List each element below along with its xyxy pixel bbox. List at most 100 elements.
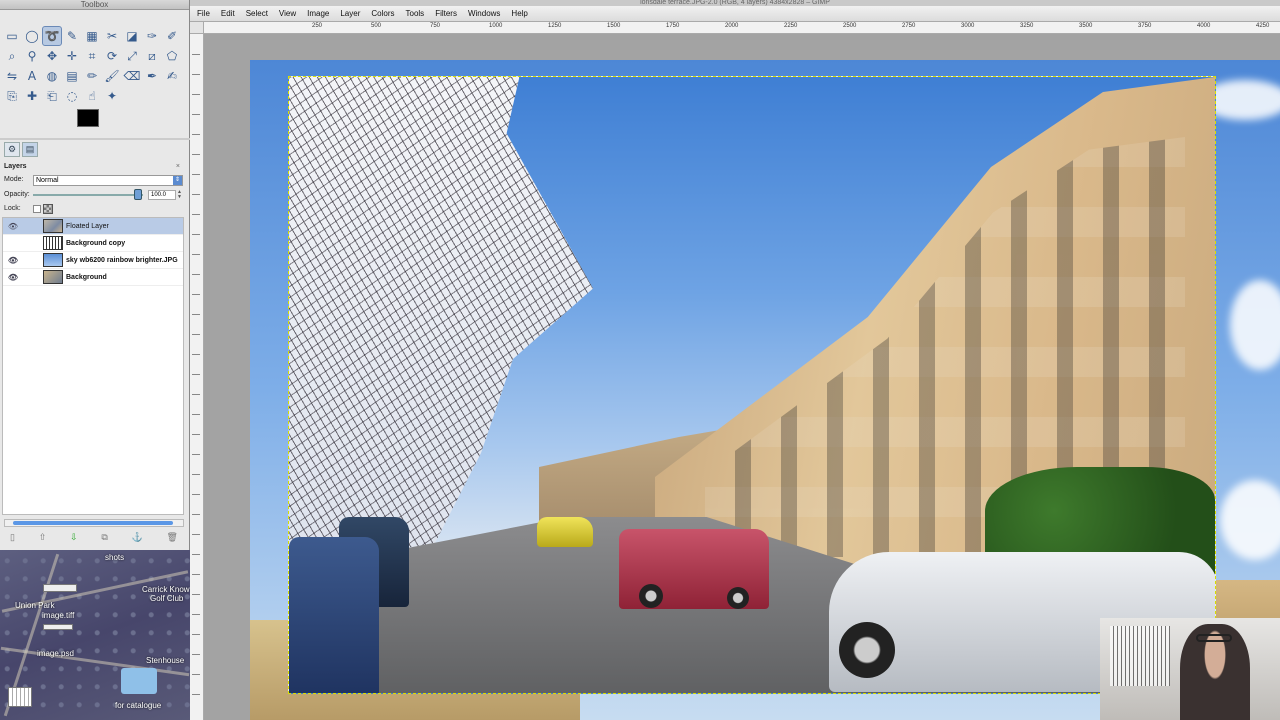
ruler-tick: [192, 514, 200, 515]
file-icon[interactable]: [43, 624, 73, 630]
paintbrush-tool-icon[interactable]: 🖌: [102, 66, 122, 86]
menu-help[interactable]: Help: [511, 9, 527, 18]
visibility-eye-icon[interactable]: 👁: [3, 256, 23, 265]
anchor-layer-icon[interactable]: ⚓: [132, 532, 143, 543]
ink-tool-icon[interactable]: ✍: [162, 66, 182, 86]
layer-name[interactable]: sky wb6200 rainbow brighter.JPG: [66, 257, 178, 264]
menu-view[interactable]: View: [279, 9, 296, 18]
opacity-slider[interactable]: [33, 194, 143, 196]
shear-tool-icon[interactable]: ⧄: [142, 46, 162, 66]
flip-tool-icon[interactable]: ⇋: [2, 66, 22, 86]
layers-tab-icon[interactable]: ▤: [22, 142, 38, 157]
menu-filters[interactable]: Filters: [435, 9, 457, 18]
desktop-file-label[interactable]: shots: [105, 553, 124, 562]
menu-windows[interactable]: Windows: [468, 9, 500, 18]
menu-edit[interactable]: Edit: [221, 9, 235, 18]
align-tool-icon[interactable]: ✛: [62, 46, 82, 66]
desktop-file-label[interactable]: image.tiff: [42, 611, 74, 620]
lock-pixels-checkbox[interactable]: [33, 205, 41, 213]
layer-name[interactable]: Floated Layer: [66, 223, 109, 230]
scissors-tool-glyph: ✂: [106, 29, 118, 43]
eraser-tool-icon[interactable]: ⌫: [122, 66, 142, 86]
layers-scrollbar[interactable]: [4, 519, 184, 527]
measure-tool-icon[interactable]: ⚲: [22, 46, 42, 66]
folder-icon[interactable]: [121, 668, 157, 694]
scale-tool-icon[interactable]: ⤢: [122, 46, 142, 66]
desktop-file-label[interactable]: for catalogue: [115, 701, 161, 710]
bucket-fill-tool-icon[interactable]: ◍: [42, 66, 62, 86]
blur-tool-icon[interactable]: ◌: [62, 86, 82, 106]
menu-tools[interactable]: Tools: [406, 9, 425, 18]
color-picker-tool-icon[interactable]: ✐: [162, 26, 182, 46]
delete-layer-icon[interactable]: 🗑: [167, 532, 178, 543]
vertical-ruler[interactable]: [190, 34, 204, 720]
ruler-tick: [192, 174, 200, 175]
lower-layer-icon[interactable]: ⇩: [70, 532, 78, 543]
layer-row[interactable]: 👁 Floated Layer: [3, 218, 183, 235]
perspective-clone-tool-icon[interactable]: ⎗: [42, 86, 62, 106]
ruler-corner[interactable]: [190, 22, 204, 34]
lock-alpha-icon[interactable]: [43, 204, 53, 214]
duplicate-layer-icon[interactable]: ⧉: [101, 532, 107, 543]
color-selector[interactable]: [77, 109, 107, 135]
menu-layer[interactable]: Layer: [340, 9, 360, 18]
scissors-tool-icon[interactable]: ✂: [102, 26, 122, 46]
mode-dropdown[interactable]: Normal ⇕: [33, 175, 183, 186]
layer-name[interactable]: Background copy: [66, 240, 125, 247]
menu-colors[interactable]: Colors: [371, 9, 394, 18]
menu-select[interactable]: Select: [246, 9, 268, 18]
new-layer-icon[interactable]: ▯: [10, 532, 15, 543]
move-tool-icon[interactable]: ✥: [42, 46, 62, 66]
file-icon[interactable]: [43, 584, 77, 592]
visibility-eye-icon[interactable]: 👁: [3, 222, 23, 231]
menu-file[interactable]: File: [197, 9, 210, 18]
fuzzy-select-tool-icon[interactable]: ✎: [62, 26, 82, 46]
heal-tool-icon[interactable]: ✚: [22, 86, 42, 106]
crop-tool-icon[interactable]: ⌗: [82, 46, 102, 66]
rect-select-tool-icon[interactable]: ▭: [2, 26, 22, 46]
perspective-tool-icon[interactable]: ⬠: [162, 46, 182, 66]
rotate-tool-icon[interactable]: ⟳: [102, 46, 122, 66]
file-icon[interactable]: [8, 687, 32, 707]
ruler-tick: [192, 74, 200, 75]
zoom-tool-glyph: ⌕: [8, 48, 16, 63]
desktop-file-label[interactable]: image.psd: [37, 649, 74, 658]
opacity-slider-handle[interactable]: [134, 189, 142, 200]
ruler-label: 1000: [489, 23, 503, 29]
zoom-tool-icon[interactable]: ⌕: [2, 46, 22, 66]
perspective-clone-tool-glyph: ⎗: [47, 88, 57, 103]
visibility-eye-icon[interactable]: 👁: [3, 273, 23, 282]
scrollbar-thumb[interactable]: [13, 521, 173, 525]
clone-tool-icon[interactable]: ⎘: [2, 86, 22, 106]
layer-row[interactable]: Background copy: [3, 235, 183, 252]
horizontal-ruler[interactable]: 250 500 750 1000 1250 1500 1750 2000 2250 2500 275…: [204, 22, 1280, 34]
raise-layer-icon[interactable]: ⇧: [39, 532, 47, 543]
foreground-select-tool-icon[interactable]: ◪: [122, 26, 142, 46]
ruler-tick: [192, 414, 200, 415]
desktop-wallpaper: [0, 550, 190, 720]
toolbox-titlebar[interactable]: Toolbox: [0, 0, 189, 10]
webcam-background-screen: [1110, 626, 1170, 686]
menu-image[interactable]: Image: [307, 9, 329, 18]
tool-options-tab-icon[interactable]: ⚙: [4, 142, 20, 157]
perspective-tool-glyph: ⬠: [166, 49, 178, 63]
foreground-color-swatch[interactable]: [77, 109, 99, 127]
blend-tool-icon[interactable]: ▤: [62, 66, 82, 86]
select-by-color-tool-icon[interactable]: ▦: [82, 26, 102, 46]
free-select-tool-icon[interactable]: ➰: [42, 26, 62, 46]
dodge-burn-tool-icon[interactable]: ✦: [102, 86, 122, 106]
opacity-input[interactable]: 100.0: [148, 190, 176, 200]
opacity-spinner-icon[interactable]: ▲ ▼: [177, 190, 183, 200]
close-dock-icon[interactable]: ×: [176, 161, 180, 173]
layer-row[interactable]: 👁 Background: [3, 269, 183, 286]
floated-layer-selection[interactable]: [288, 76, 1216, 694]
text-tool-icon[interactable]: A: [22, 66, 42, 86]
airbrush-tool-icon[interactable]: ✒: [142, 66, 162, 86]
ellipse-select-tool-icon[interactable]: ◯: [22, 26, 42, 46]
smudge-tool-icon[interactable]: ☝: [82, 86, 102, 106]
layer-row[interactable]: 👁 sky wb6200 rainbow brighter.JPG: [3, 252, 183, 269]
free-select-tool-glyph: ➰: [44, 29, 60, 43]
pencil-tool-icon[interactable]: ✏: [82, 66, 102, 86]
layer-name[interactable]: Background: [66, 274, 107, 281]
paths-tool-icon[interactable]: ✑: [142, 26, 162, 46]
